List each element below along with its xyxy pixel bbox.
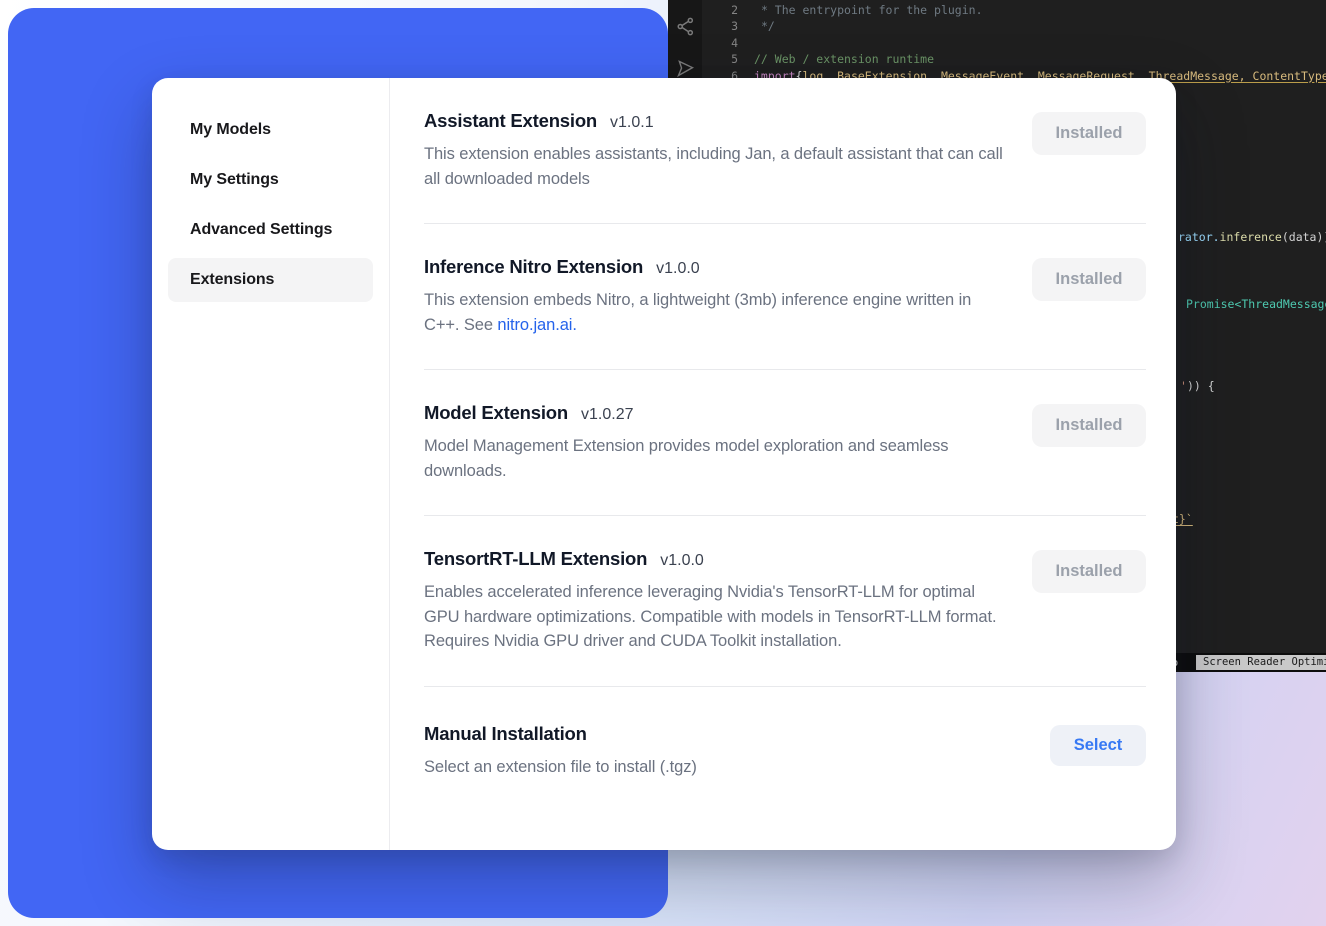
extension-description: This extension enables assistants, inclu…	[424, 142, 1009, 191]
installed-button[interactable]: Installed	[1032, 258, 1146, 301]
code-token: rator.	[1178, 230, 1220, 244]
extensions-panel: Assistant Extension v1.0.1 This extensio…	[390, 78, 1176, 850]
line-number: 4	[702, 35, 738, 51]
code-fragment: rator.inference(data));	[1178, 230, 1326, 244]
sidebar-item-my-settings[interactable]: My Settings	[168, 158, 373, 202]
extension-version: v1.0.27	[581, 406, 633, 424]
code-line: 4	[702, 35, 1326, 51]
extension-description: Model Management Extension provides mode…	[424, 434, 1009, 483]
code-token: * The entrypoint for the plugin.	[761, 2, 983, 18]
manual-installation-description: Select an extension file to install (.tg…	[424, 755, 697, 780]
code-token: // Web / extension runtime	[754, 51, 934, 67]
extension-name: TensortRT-LLM Extension	[424, 548, 647, 570]
line-number: 3	[702, 18, 738, 34]
settings-sidebar: My Models My Settings Advanced Settings …	[152, 78, 390, 850]
manual-installation-row: Manual Installation Select an extension …	[424, 687, 1146, 812]
share-icon	[675, 16, 696, 40]
extension-version: v1.0.1	[610, 114, 654, 132]
installed-button[interactable]: Installed	[1032, 404, 1146, 447]
code-line: 2 * The entrypoint for the plugin.	[702, 2, 1326, 18]
extension-version: v1.0.0	[660, 552, 704, 570]
manual-installation-title: Manual Installation	[424, 723, 587, 745]
code-line: 3 */	[702, 18, 1326, 34]
extension-row-nitro: Inference Nitro Extension v1.0.0 This ex…	[424, 224, 1146, 370]
code-token	[754, 18, 761, 34]
line-number: 5	[702, 51, 738, 67]
extension-name: Model Extension	[424, 402, 568, 424]
extension-row-model: Model Extension v1.0.27 Model Management…	[424, 370, 1146, 516]
sidebar-item-extensions[interactable]: Extensions	[168, 258, 373, 302]
sidebar-item-advanced-settings[interactable]: Advanced Settings	[168, 208, 373, 252]
code-token: */	[761, 18, 775, 34]
extension-description: Enables accelerated inference leveraging…	[424, 580, 1009, 654]
extension-description: This extension embeds Nitro, a lightweig…	[424, 288, 1009, 337]
line-number: 2	[702, 2, 738, 18]
sidebar-item-my-models[interactable]: My Models	[168, 108, 373, 152]
code-token: '	[1180, 379, 1187, 393]
installed-button[interactable]: Installed	[1032, 112, 1146, 155]
code-area: 2 * The entrypoint for the plugin. 3 */ …	[702, 2, 1326, 84]
settings-modal: My Models My Settings Advanced Settings …	[152, 78, 1176, 850]
page-canvas: 2 * The entrypoint for the plugin. 3 */ …	[0, 0, 1326, 926]
code-fragment: ')) {	[1180, 379, 1215, 393]
code-token: (data));	[1282, 230, 1326, 244]
code-token: inference	[1220, 230, 1282, 244]
code-token: )) {	[1187, 379, 1215, 393]
screen-reader-chip: Screen Reader Optimize	[1196, 655, 1326, 670]
extension-name: Inference Nitro Extension	[424, 256, 643, 278]
code-line: 5 // Web / extension runtime	[702, 51, 1326, 67]
extension-version: v1.0.0	[656, 260, 700, 278]
select-file-button[interactable]: Select	[1050, 725, 1146, 766]
extension-row-assistant: Assistant Extension v1.0.1 This extensio…	[424, 78, 1146, 224]
extension-name: Assistant Extension	[424, 110, 597, 132]
code-fragment: Promise<ThreadMessage>	[1186, 297, 1326, 311]
installed-button[interactable]: Installed	[1032, 550, 1146, 593]
nitro-jan-ai-link[interactable]: nitro.jan.ai.	[497, 316, 576, 334]
extension-row-tensorrt: TensortRT-LLM Extension v1.0.0 Enables a…	[424, 516, 1146, 687]
code-token	[754, 2, 761, 18]
